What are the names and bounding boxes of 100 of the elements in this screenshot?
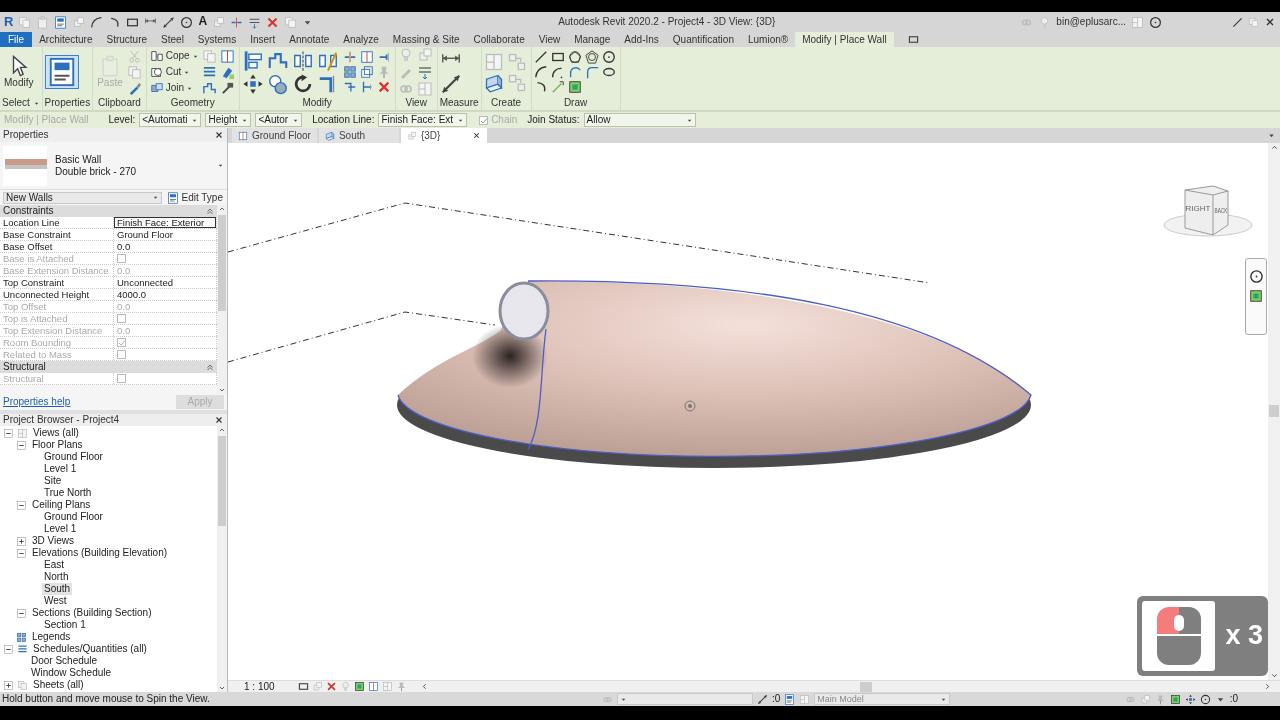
polygon-icon[interactable] (584, 50, 599, 64)
close-icon[interactable] (1264, 16, 1276, 28)
collapse-icon[interactable] (206, 363, 214, 371)
ribbon-tab[interactable]: Quantification (665, 32, 741, 47)
line-icon[interactable] (533, 50, 548, 64)
rectangle-icon[interactable] (550, 50, 565, 64)
ribbon-tab[interactable]: Systems (190, 32, 244, 47)
property-field[interactable]: Finish Face: Exterior (114, 217, 217, 228)
panel-toggle-icon[interactable] (907, 34, 919, 45)
trim-multiple-icon[interactable] (342, 80, 357, 94)
panel-label[interactable]: Select (2, 97, 40, 110)
ribbon-tab[interactable]: View (531, 32, 568, 47)
option-dropdown[interactable]: Height (205, 113, 252, 127)
tree-item[interactable]: Level 1 (42, 463, 79, 475)
tree-item[interactable]: South (42, 583, 73, 595)
scroll-right-icon[interactable] (1263, 682, 1272, 691)
ribbon-tab[interactable]: Steel (154, 32, 191, 47)
collapse-icon[interactable] (4, 428, 13, 438)
ellipse-icon[interactable] (601, 65, 616, 79)
tree-item[interactable]: 3D Views (30, 535, 77, 547)
document-tab[interactable]: South (318, 128, 399, 143)
collapse-icon[interactable] (17, 548, 26, 558)
tree-item[interactable]: West (42, 595, 69, 607)
group-header[interactable]: Structural (3, 361, 46, 373)
tree-item[interactable]: Section 1 (42, 619, 88, 631)
demolish-icon[interactable] (219, 80, 235, 96)
ribbon-tab[interactable]: Manage (567, 32, 618, 47)
tree-item[interactable]: Legends (30, 631, 73, 643)
tree-item[interactable]: East (42, 559, 66, 571)
scroll-left-icon[interactable] (419, 682, 429, 691)
undo-icon[interactable] (90, 15, 104, 29)
scroll-up-icon[interactable] (218, 205, 226, 213)
ribbon-tab[interactable]: Analyze (336, 32, 386, 47)
ribbon-tab[interactable]: Structure (99, 32, 155, 47)
properties-button[interactable] (44, 55, 79, 89)
tree-item[interactable]: Ground Floor (42, 451, 105, 463)
ribbon-tab[interactable]: Annotate (282, 32, 337, 47)
cube-face-label[interactable]: RIGHT (1185, 204, 1211, 213)
collapse-icon[interactable] (17, 608, 26, 618)
scroll-down-icon[interactable] (218, 386, 226, 394)
ribbon-tab[interactable]: Massing & Site (385, 32, 467, 47)
ribbon-tab[interactable]: Insert (243, 32, 283, 47)
arc-icon[interactable] (550, 65, 565, 79)
collapse-icon[interactable] (206, 207, 214, 215)
mirror-axis-icon[interactable] (291, 49, 314, 72)
scroll-down-icon[interactable] (1269, 671, 1279, 680)
join-button[interactable]: Join (148, 80, 200, 96)
tree-item[interactable]: Door Schedule (29, 655, 100, 667)
fillet-arc-icon[interactable] (584, 65, 599, 79)
arc-icon[interactable] (533, 65, 548, 79)
tree-item[interactable]: Window Schedule (29, 667, 114, 679)
instance-filter-dropdown[interactable]: New Walls (3, 191, 163, 204)
delete-icon[interactable] (376, 80, 391, 94)
edit-type-button[interactable]: Edit Type (166, 189, 224, 206)
scroll-thumb[interactable] (218, 436, 226, 526)
cut-geometry-button[interactable]: Cut (148, 64, 200, 80)
wall-model-drawing[interactable] (397, 280, 1032, 468)
collapse-icon[interactable] (17, 500, 26, 510)
measure-icon[interactable] (162, 15, 176, 29)
tree-item[interactable]: Site (42, 475, 64, 487)
close-icon[interactable] (214, 415, 224, 425)
type-selector[interactable]: Basic Wall Double brick - 270 (0, 142, 227, 190)
tree-item[interactable]: Elevations (Building Elevation) (30, 547, 170, 559)
option-dropdown[interactable]: <Automati (139, 113, 202, 127)
tab-menu-icon[interactable] (1267, 131, 1276, 140)
document-tab[interactable]: Ground Floor (232, 128, 317, 143)
text-tool-icon[interactable]: A (198, 15, 208, 29)
ribbon-tab[interactable]: Collaborate (466, 32, 532, 47)
document-tab[interactable]: {3D} (400, 128, 487, 143)
ribbon-tab[interactable]: Add-Ins (617, 32, 666, 47)
collapse-icon[interactable] (17, 440, 26, 450)
pick-face-icon[interactable] (567, 80, 582, 94)
scroll-up-icon[interactable] (1269, 143, 1279, 152)
ribbon-tab[interactable]: Lumion® (740, 32, 796, 47)
wall-icon[interactable] (483, 72, 504, 93)
ribbon-tab[interactable]: File (0, 32, 33, 47)
tree-item[interactable]: Views (all) (31, 427, 81, 439)
option-dropdown[interactable]: <Autor (255, 113, 303, 127)
detail-level-icon[interactable] (297, 681, 309, 692)
close-icon[interactable] (214, 130, 224, 140)
scrollbar[interactable] (1268, 143, 1280, 680)
collapse-icon[interactable] (4, 644, 13, 654)
help-link[interactable]: Properties help (3, 396, 71, 408)
ribbon-tab[interactable]: Modify | Place Wall (795, 32, 894, 47)
thin-lines-icon[interactable] (416, 64, 433, 80)
option-dropdown[interactable]: Finish Face: Ext (378, 113, 468, 127)
tree-item[interactable]: Sheets (all) (31, 679, 86, 691)
scroll-thumb[interactable] (1269, 405, 1279, 417)
modify-button[interactable]: Modify (2, 53, 36, 91)
user-name[interactable]: bin@eplusarc... (1056, 16, 1126, 28)
mirror-line-icon[interactable] (316, 49, 339, 72)
ribbon-tab[interactable]: Architecture (32, 32, 100, 47)
navigation-bar[interactable] (1245, 258, 1267, 335)
scroll-thumb[interactable] (859, 681, 872, 692)
measure-icon[interactable] (439, 72, 462, 95)
scrollbar[interactable] (217, 426, 227, 692)
polygon-icon[interactable] (567, 50, 582, 64)
tree-item[interactable]: Ceiling Plans (30, 499, 93, 511)
tree-item[interactable]: Schedules/Quantities (all) (31, 643, 149, 655)
scrollbar[interactable] (217, 205, 227, 394)
